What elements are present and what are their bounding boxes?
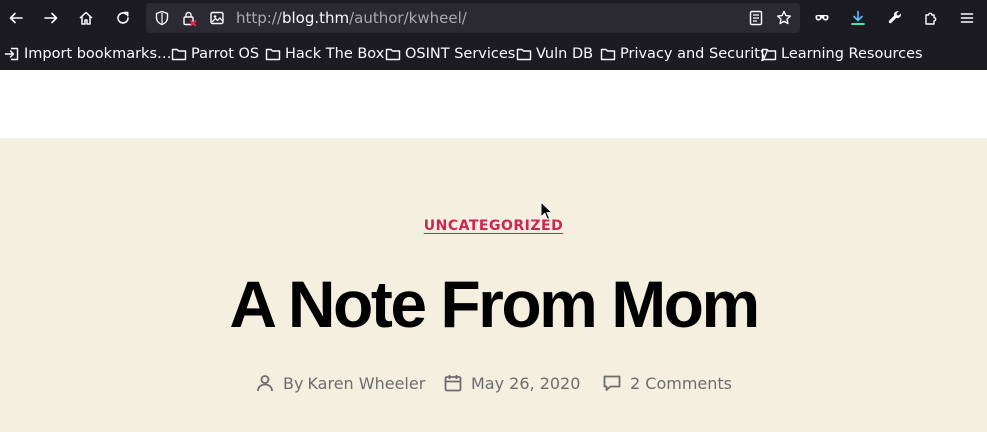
user-icon [257, 375, 273, 392]
back-arrow-icon [9, 12, 23, 24]
address-bar[interactable]: http://blog.thm/author/kwheel/ [146, 3, 800, 33]
extension-button[interactable] [807, 3, 837, 33]
extensions-button[interactable] [916, 3, 946, 33]
bookmark-label: Import bookmarks… [24, 46, 172, 62]
navigation-toolbar: http://blog.thm/author/kwheel/ [0, 0, 987, 36]
folder-icon [761, 48, 777, 61]
shield-icon[interactable] [154, 10, 170, 26]
url-text[interactable]: http://blog.thm/author/kwheel/ [236, 9, 467, 27]
home-icon [79, 11, 93, 25]
reader-mode-icon[interactable] [748, 10, 764, 26]
home-button[interactable] [71, 3, 101, 33]
post-comments: 2 Comments [602, 370, 732, 396]
calendar-icon [444, 375, 462, 392]
downloads-button[interactable] [843, 3, 873, 33]
comment-icon [603, 375, 621, 391]
reload-button[interactable] [108, 3, 138, 33]
folder-icon [600, 48, 616, 61]
bookmark-folder-vuln-db[interactable]: Vuln DB [516, 44, 593, 64]
bookmarks-toolbar: Import bookmarks… Parrot OS Hack The Box… [0, 36, 987, 70]
date-link[interactable]: May 26, 2020 [471, 374, 580, 393]
bookmark-folder-learning-resources[interactable]: Learning Resources [761, 44, 923, 64]
folder-icon [516, 48, 532, 61]
downloads-icon [851, 10, 865, 25]
bookmark-import[interactable]: Import bookmarks… [4, 44, 172, 64]
page-content: UNCATEGORIZED A Note From Mom By Karen W… [0, 70, 987, 432]
post-title[interactable]: A Note From Mom [0, 264, 987, 344]
comments-link[interactable]: 2 Comments [630, 374, 732, 393]
post-category: UNCATEGORIZED [0, 218, 987, 234]
url-host: blog.thm [281, 9, 350, 27]
extensions-icon [925, 12, 937, 25]
bookmark-folder-hack-the-box[interactable]: Hack The Box [265, 44, 384, 64]
author-prefix: By [283, 373, 304, 393]
lock-warning-icon[interactable] [181, 10, 197, 26]
bookmark-star-icon[interactable] [776, 10, 792, 26]
extension-icon [815, 15, 829, 21]
author-link[interactable]: Karen Wheeler [307, 374, 425, 393]
app-menu-button[interactable] [952, 3, 982, 33]
url-scheme: http:// [236, 9, 282, 27]
import-icon [4, 47, 19, 61]
tools-button[interactable] [880, 3, 910, 33]
forward-arrow-icon [44, 12, 58, 24]
bookmark-folder-privacy-and-security[interactable]: Privacy and Security [600, 44, 769, 64]
post-author: By Karen Wheeler [255, 370, 425, 396]
post-header: UNCATEGORIZED A Note From Mom By Karen W… [0, 138, 987, 432]
post-date: May 26, 2020 [443, 370, 580, 396]
back-button[interactable] [1, 3, 31, 33]
bookmark-label: Vuln DB [536, 46, 594, 62]
tools-wrench-icon [888, 11, 901, 24]
bookmark-label: Learning Resources [781, 46, 923, 62]
forward-button[interactable] [36, 3, 66, 33]
bookmark-label: Hack The Box [285, 46, 385, 62]
bookmark-folder-parrot-os[interactable]: Parrot OS [171, 44, 259, 64]
browser-chrome: http://blog.thm/author/kwheel/ Import bo… [0, 0, 987, 70]
folder-icon [385, 48, 401, 61]
bookmark-label: Privacy and Security [620, 46, 769, 62]
folder-icon [265, 48, 281, 61]
mouse-cursor-icon [540, 201, 552, 221]
permissions-icon[interactable] [209, 10, 225, 26]
menu-icon [960, 13, 974, 23]
folder-icon [171, 48, 187, 61]
bookmark-label: Parrot OS [191, 46, 260, 62]
reload-icon [117, 11, 129, 24]
url-path: /author/kwheel/ [349, 9, 467, 27]
bookmark-label: OSINT Services [405, 46, 516, 62]
bookmark-folder-osint-services[interactable]: OSINT Services [385, 44, 515, 64]
